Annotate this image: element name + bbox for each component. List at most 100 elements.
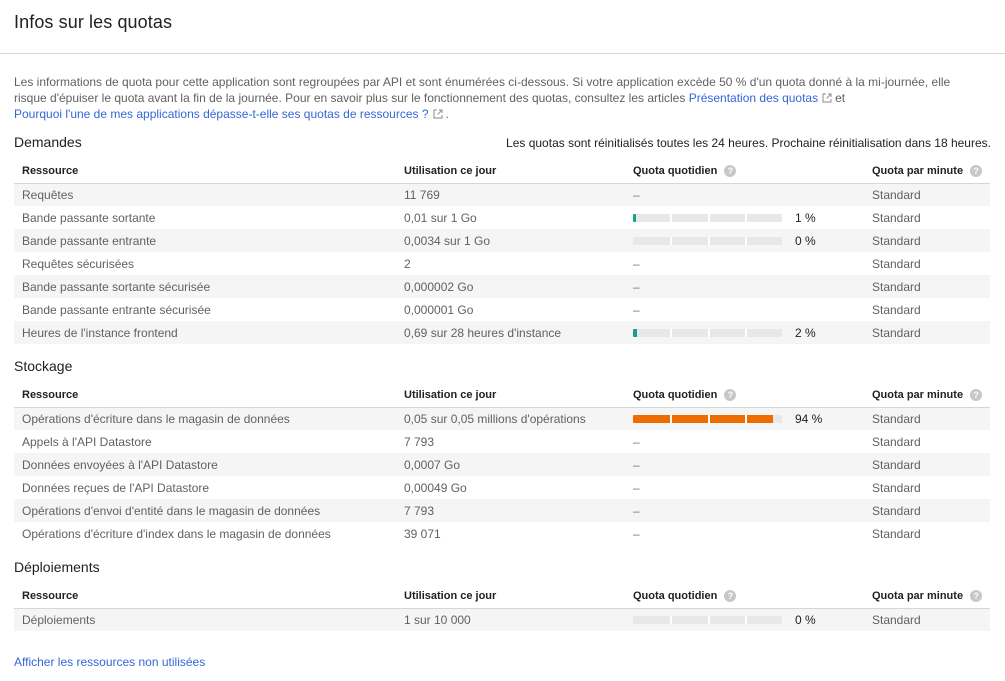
cell-per-minute-quota: Standard	[872, 256, 921, 271]
header-daily-quota: Quota quotidien?	[625, 585, 864, 609]
progress-segment-divider	[670, 615, 673, 624]
quota-empty-dash: –	[633, 256, 640, 271]
header-resource: Ressource	[14, 160, 396, 184]
quota-table: Ressource Utilisation ce jour Quota quot…	[14, 384, 990, 545]
main-content: Les informations de quota pour cette app…	[0, 54, 1005, 631]
cell-per-minute-quota: Standard	[872, 302, 921, 317]
quota-overview-link[interactable]: Présentation des quotas	[689, 91, 818, 105]
reset-note: Les quotas sont réinitialisés toutes les…	[506, 136, 991, 150]
intro-text: Les informations de quota pour cette app…	[14, 74, 984, 122]
cell-resource: Opérations d'écriture dans le magasin de…	[14, 407, 396, 430]
quota-progress-bar	[633, 328, 782, 337]
header-daily-label: Quota quotidien	[633, 165, 718, 178]
quota-empty-dash: –	[633, 526, 640, 541]
progress-segment-divider	[670, 328, 673, 337]
table-body: Opérations d'écriture dans le magasin de…	[14, 407, 990, 545]
cell-usage: 2	[404, 256, 411, 271]
cell-per-minute-quota: Standard	[864, 407, 990, 430]
cell-usage: 7 793	[404, 434, 435, 449]
header-daily-label: Quota quotidien	[633, 389, 718, 402]
cell-resource: Déploiements	[14, 608, 396, 631]
cell-usage: 7 793	[396, 499, 625, 522]
cell-usage: 0,69 sur 28 heures d'instance	[396, 321, 625, 344]
quota-progress-bar	[633, 615, 782, 624]
table-row: Requêtes sécurisées 2 – Standard	[14, 252, 990, 275]
quota-percent: 1 %	[795, 210, 816, 225]
help-icon[interactable]: ?	[724, 590, 737, 603]
progress-segment-divider	[670, 414, 673, 423]
table-row: Données envoyées à l'API Datastore 0,0007…	[14, 453, 990, 476]
cell-per-minute-quota: Standard	[864, 499, 990, 522]
cell-per-minute-quota: Standard	[864, 453, 990, 476]
quota-percent: 0 %	[795, 612, 816, 627]
quota-progress-bar	[633, 236, 782, 245]
cell-resource: Appels à l'API Datastore	[22, 434, 152, 449]
cell-usage: 11 769	[396, 183, 625, 206]
cell-daily-quota: 1 %	[625, 206, 864, 229]
table-row: Opérations d'écriture dans le magasin de…	[14, 407, 990, 430]
table-row: Requêtes 11 769– Standard	[14, 183, 990, 206]
help-icon[interactable]: ?	[970, 389, 983, 402]
table-row: Appels à l'API Datastore 7 793 – Standard	[14, 430, 990, 453]
quota-empty-dash: –	[633, 187, 640, 202]
cell-daily-quota: –	[625, 252, 864, 275]
quota-table: Ressource Utilisation ce jour Quota quot…	[14, 160, 990, 344]
cell-per-minute-quota: Standard	[864, 183, 990, 206]
table-header-row: Ressource Utilisation ce jour Quota quot…	[14, 160, 990, 184]
quota-progress: 2 %	[633, 326, 864, 340]
header-per-minute-quota: Quota par minute?	[864, 384, 990, 408]
table-row: Opérations d'envoi d'entité dans le maga…	[14, 499, 990, 522]
table-row: Opérations d'écriture d'index dans le ma…	[14, 522, 990, 545]
quota-progress-bar	[633, 414, 782, 423]
cell-daily-quota: –	[625, 430, 864, 453]
cell-per-minute-quota: Standard	[864, 321, 990, 344]
cell-resource: Requêtes	[14, 183, 396, 206]
cell-resource: Données envoyées à l'API Datastore	[14, 453, 396, 476]
cell-per-minute-quota: Standard	[872, 210, 921, 225]
table-row: Heures de l'instance frontend 0,69 sur 28…	[14, 321, 990, 344]
help-icon[interactable]: ?	[970, 590, 983, 603]
progress-segment-divider	[707, 328, 710, 337]
quota-exceeded-link[interactable]: Pourquoi l'une de mes applications dépas…	[14, 107, 429, 121]
cell-resource: Heures de l'instance frontend	[14, 321, 396, 344]
quota-empty-dash: –	[633, 279, 640, 294]
progress-segment-divider	[707, 615, 710, 624]
external-link-icon	[822, 93, 832, 103]
cell-daily-quota: 94 %	[625, 407, 864, 430]
quota-table: Ressource Utilisation ce jour Quota quot…	[14, 585, 990, 631]
intro-end: .	[445, 107, 449, 121]
cell-daily-quota: 0 %	[625, 229, 864, 252]
cell-usage: 1 sur 10 000	[396, 608, 625, 631]
header-per-minute-label: Quota par minute	[872, 389, 964, 402]
progress-segment-divider	[670, 236, 673, 245]
help-icon[interactable]: ?	[970, 165, 983, 178]
cell-daily-quota: –	[625, 522, 864, 545]
quota-progress: 0 %	[633, 234, 864, 248]
progress-segment-divider	[670, 213, 673, 222]
header-resource: Ressource	[14, 384, 396, 408]
cell-daily-quota: –	[625, 298, 864, 321]
table-row: Bande passante entrante 0,0034 sur 1 Go 0 …	[14, 229, 990, 252]
progress-segment-divider	[744, 236, 747, 245]
cell-daily-quota: –	[625, 183, 864, 206]
table-row: Données reçues de l'API Datastore 0,00049…	[14, 476, 990, 499]
page-title: Infos sur les quotas	[14, 12, 173, 32]
quota-progress-fill	[633, 213, 636, 222]
help-icon[interactable]: ?	[724, 389, 737, 402]
cell-per-minute-quota: Standard	[872, 480, 921, 495]
header-usage: Utilisation ce jour	[396, 585, 625, 609]
table-row: Bande passante sortante 0,01 sur 1 Go 1 % S…	[14, 206, 990, 229]
quota-progress-fill	[633, 328, 637, 337]
quota-section: Déploiements Ressource Utilisation ce jo…	[14, 559, 991, 631]
cell-usage: 0,0007 Go	[396, 453, 625, 476]
help-icon[interactable]: ?	[724, 165, 737, 178]
header-usage: Utilisation ce jour	[396, 160, 625, 184]
cell-usage: 0,00049 Go	[404, 480, 467, 495]
header-per-minute-quota: Quota par minute?	[864, 160, 990, 184]
intro-between: et	[835, 91, 846, 105]
external-link-icon	[432, 109, 443, 119]
cell-daily-quota: 2 %	[625, 321, 864, 344]
cell-resource: Données reçues de l'API Datastore	[22, 480, 210, 495]
header-per-minute-label: Quota par minute	[872, 590, 964, 603]
show-unused-resources-link[interactable]: Afficher les ressources non utilisées	[14, 655, 205, 669]
